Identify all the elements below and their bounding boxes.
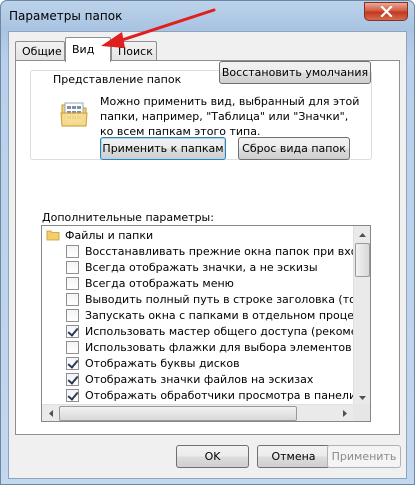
chevron-left-icon [48, 410, 53, 417]
tab-search[interactable]: Поиск [111, 41, 157, 61]
close-button[interactable] [364, 2, 408, 21]
folder-view-icon [60, 102, 88, 127]
reset-folders-button[interactable]: Сброс вида папок [238, 137, 350, 160]
close-icon [379, 6, 393, 17]
folder-views-description: Можно применить вид, выбранный для этой … [100, 95, 360, 138]
apply-button[interactable]: Применить [327, 445, 401, 468]
option-label: Выводить полный путь в строке заголовка … [85, 293, 370, 306]
checkbox[interactable] [66, 389, 79, 402]
vertical-scroll-thumb[interactable] [355, 243, 370, 277]
option-label: Запускать окна с папками в отдельном про… [85, 309, 371, 322]
folder-options-window: Параметры папок Общие Вид Поиск Представ… [0, 0, 415, 485]
window-title: Параметры папок [9, 9, 123, 23]
option-separate-process[interactable]: Запускать окна с папками в отдельном про… [66, 309, 371, 325]
advanced-settings-tree[interactable]: Файлы и папки Восстанавливать прежние ок… [41, 225, 371, 422]
option-always-icons[interactable]: Всегда отображать значки, а не эскизы [66, 261, 318, 277]
ok-button[interactable]: OK [176, 445, 249, 468]
checkbox[interactable] [66, 341, 79, 354]
chevron-down-icon [359, 395, 366, 400]
scroll-up-arrow[interactable] [354, 226, 370, 243]
vertical-scrollbar[interactable] [353, 226, 370, 406]
scroll-right-arrow[interactable] [336, 405, 353, 421]
option-drive-letters[interactable]: Отображать буквы дисков [66, 357, 240, 373]
view-tab-panel: Представление папок Можно применить вид,… [15, 60, 400, 435]
checkbox[interactable] [66, 293, 79, 306]
checkbox[interactable] [66, 357, 79, 370]
option-label: Отображать обработчики просмотра в панел… [85, 389, 370, 402]
restore-defaults-button[interactable]: Восстановить умолчания [219, 61, 371, 84]
title-bar[interactable]: Параметры папок [1, 1, 414, 31]
folder-icon [46, 230, 60, 241]
cancel-button[interactable]: Отмена [257, 445, 330, 468]
option-always-menus[interactable]: Всегда отображать меню [66, 277, 234, 293]
checkbox[interactable] [66, 245, 79, 258]
scrollbar-corner [353, 404, 370, 421]
checkbox[interactable] [66, 261, 79, 274]
horizontal-scrollbar[interactable] [42, 404, 353, 421]
tab-view[interactable]: Вид [65, 37, 111, 62]
option-label: Отображать значки файлов на эскизах [85, 373, 314, 386]
option-file-icons-thumbnails[interactable]: Отображать значки файлов на эскизах [66, 373, 313, 389]
option-label: Всегда отображать меню [85, 277, 234, 290]
checkbox[interactable] [66, 325, 79, 338]
scroll-left-arrow[interactable] [42, 405, 59, 421]
horizontal-scroll-thumb[interactable] [59, 406, 297, 421]
tree-root-label: Файлы и папки [65, 229, 154, 242]
chevron-up-icon [359, 232, 366, 237]
option-label: Всегда отображать значки, а не эскизы [85, 261, 318, 274]
option-label: Использовать мастер общего доступа (реко… [85, 325, 370, 338]
checkbox[interactable] [66, 309, 79, 322]
checkbox[interactable] [66, 277, 79, 290]
dialog-client: Общие Вид Поиск Представление папок Можн… [8, 31, 407, 479]
option-label: Восстанавливать прежние окна папок при в… [85, 245, 370, 258]
option-check-boxes[interactable]: Использовать флажки для выбора элементов [66, 341, 352, 357]
option-restore-windows[interactable]: Восстанавливать прежние окна папок при в… [66, 245, 370, 261]
tab-general[interactable]: Общие [15, 41, 65, 61]
folder-views-legend: Представление папок [51, 73, 184, 86]
option-label: Использовать флажки для выбора элементов [85, 341, 352, 354]
option-preview-handlers[interactable]: Отображать обработчики просмотра в панел… [66, 389, 370, 405]
option-sharing-wizard[interactable]: Использовать мастер общего доступа (реко… [66, 325, 370, 341]
checkbox[interactable] [66, 373, 79, 386]
chevron-right-icon [342, 410, 347, 417]
option-label: Отображать буквы дисков [85, 357, 240, 370]
advanced-settings-label: Дополнительные параметры: [42, 211, 214, 224]
apply-to-folders-button[interactable]: Применить к папкам [100, 137, 226, 160]
tree-root-files-folders: Файлы и папки [46, 229, 153, 245]
option-full-path-title[interactable]: Выводить полный путь в строке заголовка … [66, 293, 370, 309]
